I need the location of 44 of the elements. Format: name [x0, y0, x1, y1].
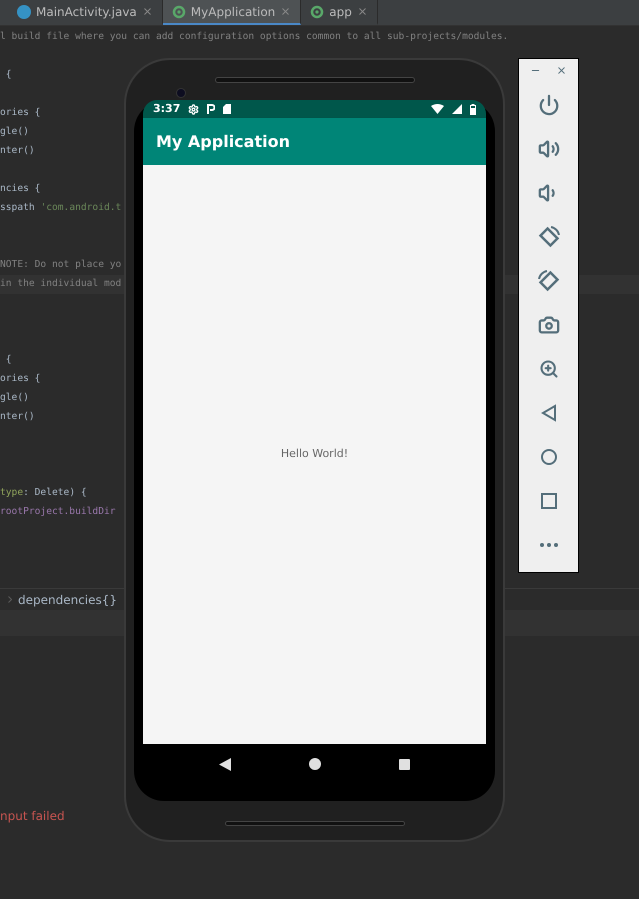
- camera-lens: [176, 88, 186, 98]
- editor-tab[interactable]: app: [301, 0, 378, 25]
- tab-label: app: [329, 4, 352, 20]
- close-icon[interactable]: [142, 6, 153, 17]
- code-line: in the individual mod: [0, 277, 122, 292]
- code-line: sspath 'com.android.t: [0, 201, 122, 216]
- editor-tab[interactable]: MyApplication: [162, 0, 302, 25]
- code-line: type: Delete) {: [0, 486, 87, 500]
- code-line: {: [4, 68, 12, 82]
- error-message: nput failed: [0, 808, 65, 825]
- recents-icon[interactable]: [399, 758, 410, 770]
- code-line: gle(): [0, 125, 29, 140]
- battery-icon: [470, 104, 476, 114]
- wifi-icon: [431, 104, 444, 114]
- code-line: ories {: [0, 106, 40, 120]
- sd-card-icon: [223, 104, 232, 114]
- chevron-icon: [8, 596, 12, 603]
- close-icon[interactable]: [280, 6, 292, 17]
- tab-label: MainActivity.java: [36, 4, 137, 20]
- breadcrumb-item[interactable]: dependencies{}: [18, 590, 118, 608]
- code-line: ncies {: [0, 182, 40, 196]
- settings-icon: [188, 104, 200, 114]
- back-icon[interactable]: [219, 758, 231, 770]
- clock-time: 3:37: [153, 100, 180, 117]
- app-title: My Application: [156, 130, 290, 152]
- code-line: l build file where you can add configuration options common to all sub-projects/modules.: [0, 30, 508, 44]
- gradle-icon: [310, 4, 324, 18]
- code-line: {: [4, 353, 12, 368]
- gradle-icon: [172, 4, 186, 18]
- class-icon: [17, 4, 31, 18]
- tab-label: MyApplication: [190, 4, 276, 20]
- code-line: nter(): [0, 410, 35, 424]
- code-line: NOTE: Do not place yo: [0, 258, 122, 272]
- code-line: ories {: [0, 372, 40, 386]
- code-line: rootProject.buildDir: [0, 505, 116, 520]
- editor-tab[interactable]: MainActivity.java: [8, 0, 163, 25]
- home-icon[interactable]: [309, 758, 321, 770]
- signal-icon: [452, 104, 462, 114]
- code-line: nter(): [0, 144, 35, 158]
- close-icon[interactable]: [356, 6, 368, 17]
- content-text: Hello World!: [280, 446, 348, 462]
- code-line: gle(): [0, 391, 29, 406]
- close-icon[interactable]: [556, 65, 567, 76]
- parking-icon: [207, 104, 216, 114]
